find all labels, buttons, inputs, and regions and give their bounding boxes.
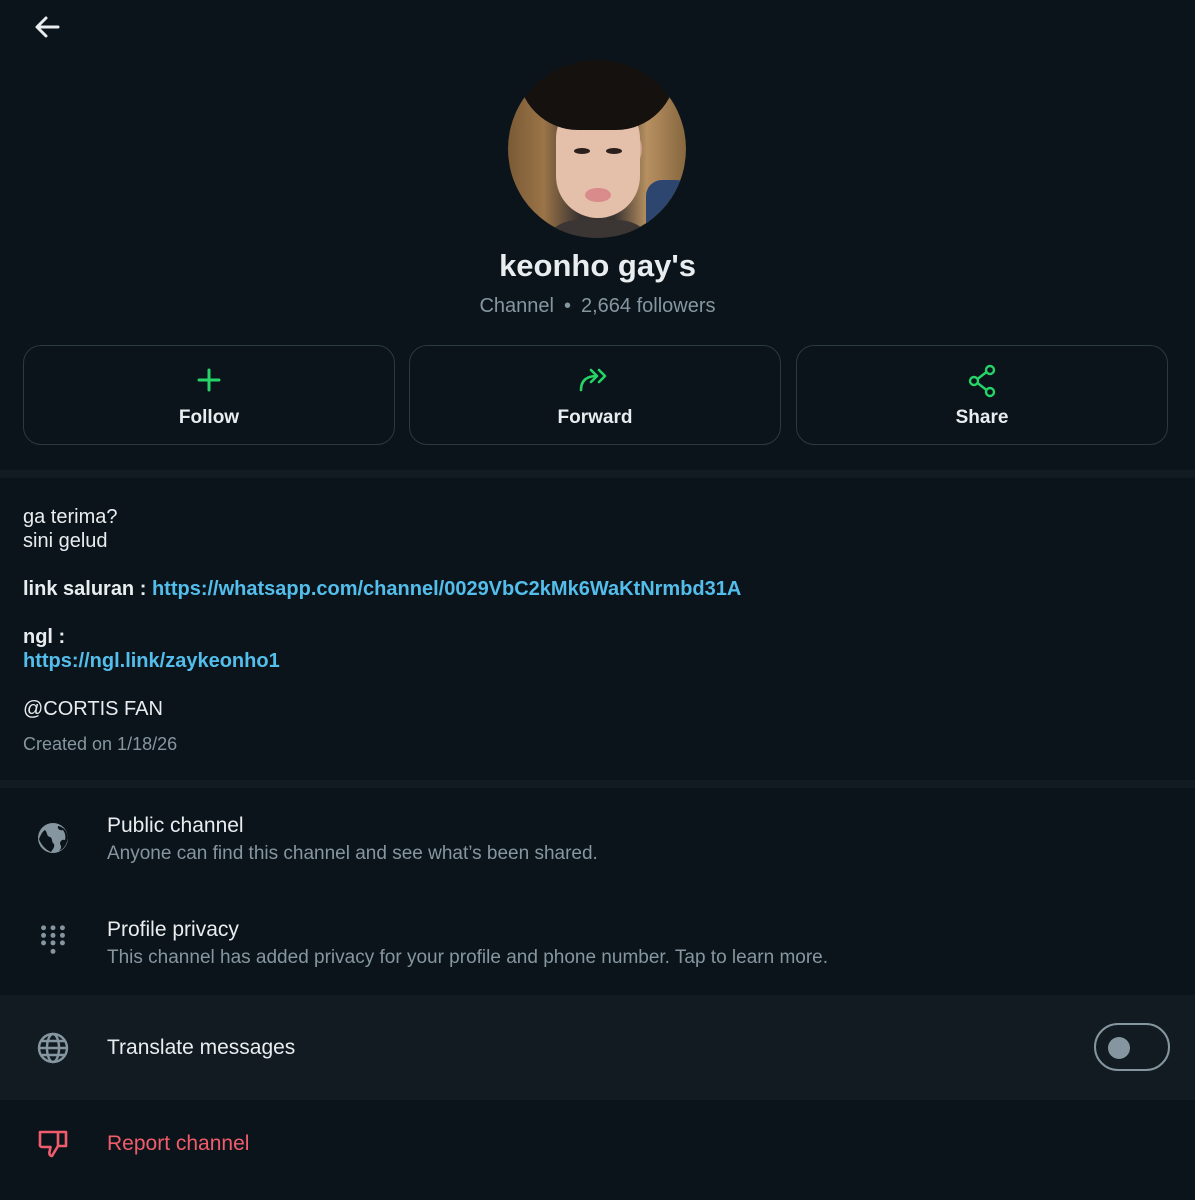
translate-messages-row[interactable]: Translate messages	[0, 1000, 1195, 1096]
toggle-knob	[1108, 1037, 1130, 1059]
plus-icon	[197, 368, 221, 392]
translate-messages-title: Translate messages	[107, 1036, 296, 1059]
translate-toggle[interactable]	[1094, 1023, 1170, 1071]
follow-label: Follow	[178, 407, 240, 428]
created-date: Created on 1/18/26	[23, 734, 178, 754]
forward-icon	[579, 368, 607, 392]
follower-count: 2,664 followers	[581, 295, 716, 317]
public-channel-title: Public channel	[107, 814, 244, 837]
forward-button[interactable]: Forward	[409, 345, 781, 445]
link-label: link saluran :	[23, 578, 147, 600]
follow-button[interactable]: Follow	[23, 345, 395, 445]
whatsapp-channel-link[interactable]: https://whatsapp.com/channel/0029VbC2kMk…	[152, 578, 741, 600]
public-channel-subtitle: Anyone can find this channel and see wha…	[107, 843, 598, 864]
forward-label: Forward	[557, 407, 633, 428]
globe-outline-icon	[37, 1032, 69, 1064]
share-icon	[968, 364, 996, 398]
description-line: sini gelud	[23, 530, 108, 552]
thumbs-down-icon	[38, 1130, 68, 1158]
section-divider	[0, 780, 1195, 788]
ngl-link[interactable]: https://ngl.link/zaykeonho1	[23, 650, 280, 672]
arrow-left-icon[interactable]	[30, 10, 64, 44]
share-button[interactable]: Share	[796, 345, 1168, 445]
report-channel-title: Report channel	[107, 1132, 250, 1155]
mention[interactable]: @CORTIS FAN	[23, 697, 1173, 721]
share-label: Share	[955, 407, 1009, 428]
public-channel-row[interactable]: Public channel Anyone can find this chan…	[0, 800, 1195, 890]
channel-name: keonho gay's	[499, 248, 696, 283]
meta-separator: •	[563, 295, 571, 317]
channel-description: ga terima? sini gelud link saluran : htt…	[23, 505, 1173, 721]
channel-meta: Channel • 2,664 followers	[0, 295, 1195, 318]
channel-type: Channel	[479, 295, 554, 317]
profile-privacy-subtitle: This channel has added privacy for your …	[107, 947, 829, 968]
ngl-label: ngl :	[23, 626, 66, 648]
profile-privacy-row[interactable]: Profile privacy This channel has added p…	[0, 904, 1195, 994]
channel-avatar[interactable]	[508, 60, 686, 238]
globe-filled-icon	[38, 823, 68, 853]
dialpad-icon	[41, 925, 65, 954]
profile-privacy-title: Profile privacy	[107, 918, 239, 941]
description-line: ga terima?	[23, 506, 118, 528]
report-channel-row[interactable]: Report channel	[0, 1110, 1195, 1190]
section-divider	[0, 470, 1195, 478]
